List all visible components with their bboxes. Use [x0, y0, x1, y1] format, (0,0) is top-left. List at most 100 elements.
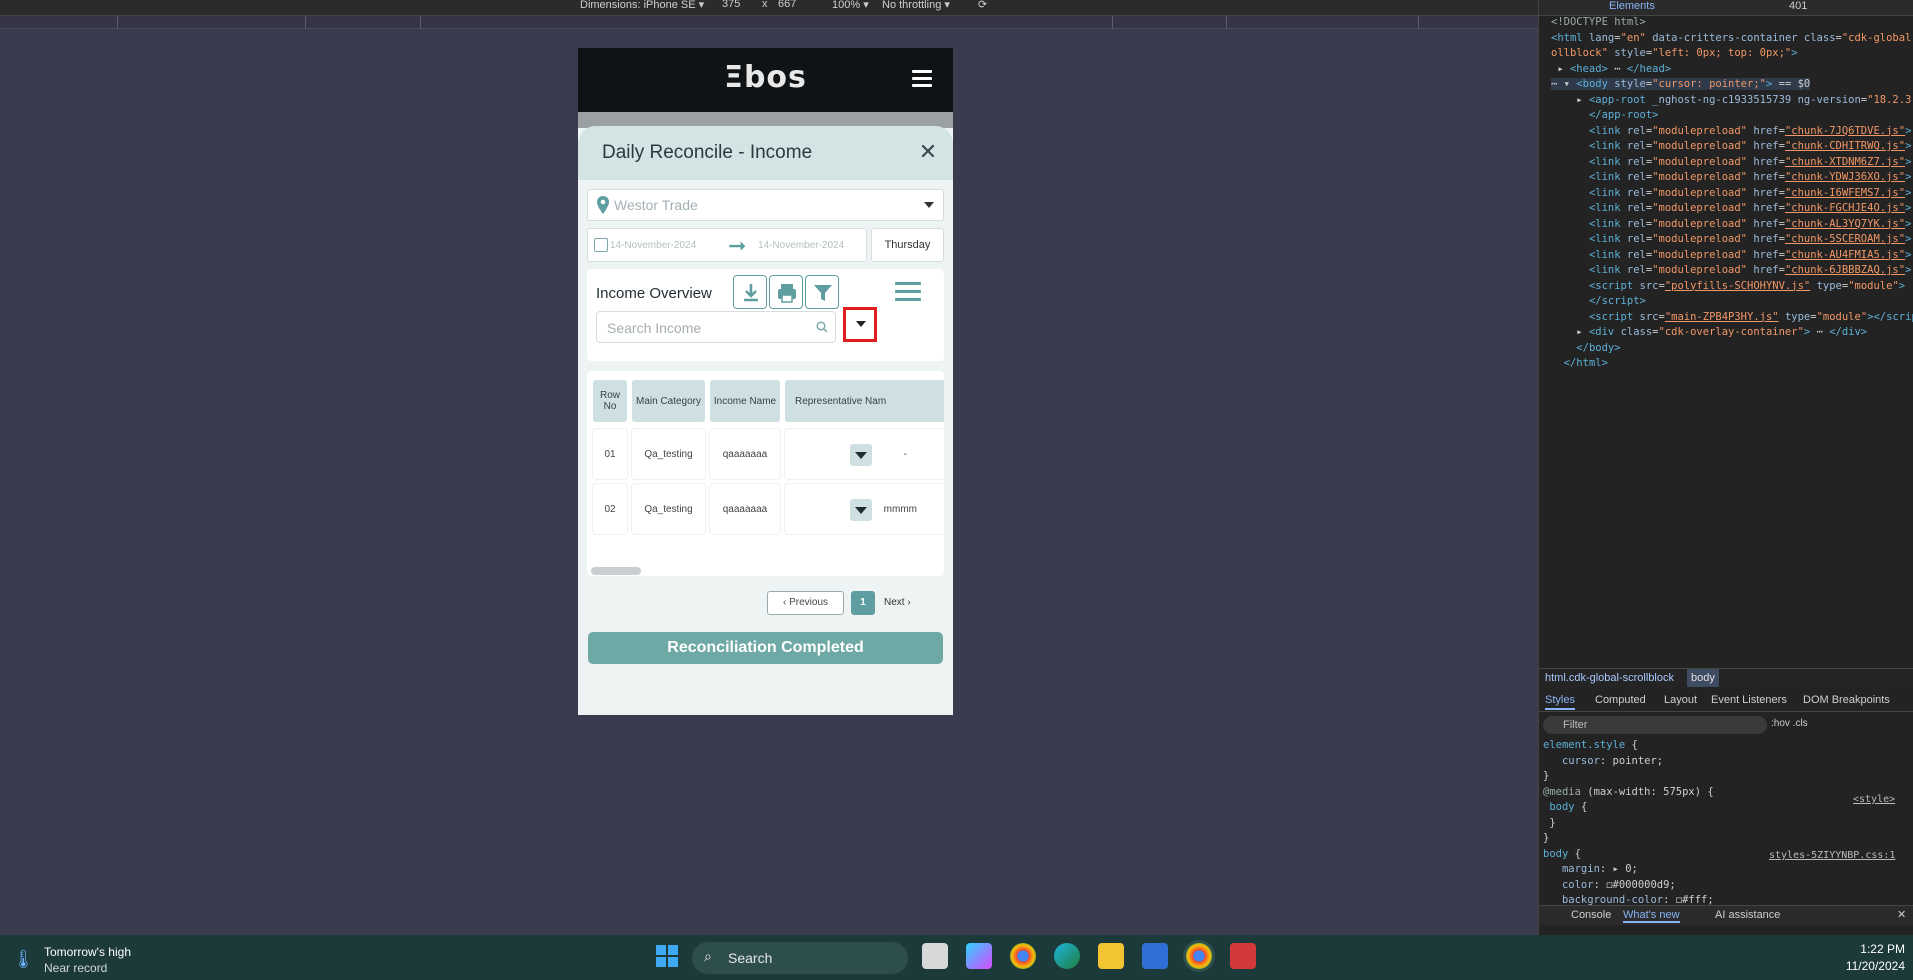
error-count-badge[interactable]: 401: [1789, 0, 1807, 12]
row-2-expand-button[interactable]: [850, 499, 872, 521]
stylesheet-link[interactable]: styles-5ZIYYNBP.css:1: [1769, 850, 1895, 861]
styles-rules: element.style { cursor: pointer; } @medi…: [1543, 739, 1714, 906]
system-clock[interactable]: 1:22 PM 11/20/2024: [1815, 941, 1905, 975]
dimensions-select[interactable]: Dimensions: iPhone SE ▾: [580, 0, 704, 11]
caret-down-icon: [856, 321, 866, 327]
page-1-button[interactable]: 1: [851, 591, 875, 615]
search-icon: ⌕: [704, 948, 712, 964]
tab-computed[interactable]: Computed: [1595, 694, 1646, 706]
date-from: 14-November-2024: [610, 240, 697, 251]
download-icon: [744, 284, 758, 302]
app-logo[interactable]: Ξbos: [724, 60, 807, 95]
horizontal-scrollbar[interactable]: [591, 567, 641, 575]
row-2-income: qaaaaaaa: [710, 484, 780, 534]
hamburger-menu-icon[interactable]: [912, 70, 932, 88]
phone-viewport: Ξbos Daily Reconcile - Income ✕ Westor T…: [578, 48, 953, 715]
modal-header: Daily Reconcile - Income ✕: [578, 126, 953, 180]
chrome-profile-icon[interactable]: [1186, 943, 1212, 969]
chevron-right-icon: ›: [904, 597, 911, 608]
modal-title: Daily Reconcile - Income: [602, 142, 813, 163]
drawer-tabs: Console What's new AI assistance ✕: [1539, 905, 1913, 925]
row-1-expand-button[interactable]: [850, 444, 872, 466]
chrome-icon[interactable]: [1010, 943, 1036, 969]
row-2-category: Qa_testing: [632, 484, 705, 534]
weather-title: Tomorrow's high: [44, 945, 131, 959]
next-page-button[interactable]: Next ›: [884, 591, 934, 615]
income-overview-card: Income Overview Search Income: [587, 269, 944, 361]
styles-tabs: Styles Computed Layout Event Listeners D…: [1539, 690, 1913, 712]
tab-styles[interactable]: Styles: [1545, 694, 1575, 710]
tab-dom-breakpoints[interactable]: DOM Breakpoints: [1803, 694, 1890, 706]
location-select[interactable]: Westor Trade: [587, 189, 944, 221]
close-icon[interactable]: ✕: [918, 141, 938, 163]
income-table: Row No Main Category Income Name Represe…: [587, 371, 944, 576]
clock-time: 1:22 PM: [1860, 942, 1905, 956]
app-header: Ξbos: [578, 48, 953, 112]
device-toolbar: Dimensions: iPhone SE ▾ 375 x 667 100% ▾…: [0, 0, 1538, 16]
calendar-icon: [594, 238, 608, 252]
reconciliation-completed-button[interactable]: Reconciliation Completed: [588, 632, 943, 664]
header-row-no: Row No: [593, 380, 627, 422]
chevron-down-icon: [924, 202, 934, 208]
width-field[interactable]: 375: [722, 0, 740, 10]
day-label: Thursday: [871, 228, 944, 262]
overview-title: Income Overview: [596, 285, 712, 302]
tab-layout[interactable]: Layout: [1664, 694, 1697, 706]
thermometer-icon: 🌡: [12, 949, 35, 969]
row-1-no: 01: [593, 429, 627, 479]
start-icon[interactable]: [654, 943, 680, 969]
location-placeholder: Westor Trade: [614, 197, 698, 213]
breadcrumb-html[interactable]: html.cdk-global-scrollblock: [1545, 672, 1674, 684]
taskbar-search[interactable]: ⌕ Search: [692, 942, 908, 974]
caret-down-icon: [855, 507, 867, 514]
task-view-icon[interactable]: [922, 943, 948, 969]
tab-console[interactable]: Console: [1571, 909, 1611, 921]
devtools-panel: Elements 401 <!DOCTYPE html> <html lang=…: [1538, 0, 1913, 935]
styles-filter-input[interactable]: Filter: [1543, 716, 1767, 734]
search-placeholder: Search Income: [607, 320, 702, 336]
media-query-ruler: [0, 16, 1538, 29]
filter-button[interactable]: [805, 275, 839, 309]
tab-whats-new[interactable]: What's new: [1623, 909, 1680, 923]
style-source-link[interactable]: <style>: [1853, 794, 1895, 805]
print-icon: [778, 284, 796, 303]
reconcile-modal: Daily Reconcile - Income ✕ Westor Trade …: [578, 126, 953, 715]
print-button[interactable]: [769, 275, 803, 309]
x-separator: x: [762, 0, 768, 10]
row-1-income: qaaaaaaa: [710, 429, 780, 479]
rotate-icon[interactable]: ⟳: [978, 0, 987, 11]
row-2-no: 02: [593, 484, 627, 534]
height-field[interactable]: 667: [778, 0, 796, 10]
search-input[interactable]: Search Income: [596, 311, 836, 343]
copilot-icon[interactable]: [966, 943, 992, 969]
caret-down-icon: [855, 452, 867, 459]
tab-elements[interactable]: Elements: [1609, 0, 1655, 12]
zoom-select[interactable]: 100% ▾: [832, 0, 869, 11]
tab-event-listeners[interactable]: Event Listeners: [1711, 694, 1787, 706]
edge-icon[interactable]: [1054, 943, 1080, 969]
header-representative-name: Representative Nam: [785, 380, 944, 422]
next-label: Next: [884, 597, 905, 608]
close-icon[interactable]: ✕: [1897, 908, 1906, 921]
download-button[interactable]: [733, 275, 767, 309]
filter-icon: [814, 285, 832, 301]
arrow-right-icon: ➞: [728, 233, 747, 258]
header-income-name: Income Name: [710, 380, 780, 422]
list-menu-icon[interactable]: [895, 277, 921, 307]
search-label: Search: [728, 950, 773, 966]
clock-date: 11/20/2024: [1845, 959, 1905, 973]
hov-cls-toggles[interactable]: :hov .cls: [1771, 718, 1808, 729]
file-explorer-icon[interactable]: [1098, 943, 1124, 969]
throttle-select[interactable]: No throttling ▾: [882, 0, 950, 11]
app-icon[interactable]: [1142, 943, 1168, 969]
date-range-picker[interactable]: 14-November-2024 ➞ 14-November-2024: [587, 228, 867, 262]
breadcrumb-body[interactable]: body: [1687, 669, 1719, 687]
dom-tree[interactable]: <!DOCTYPE html> <html lang="en" data-cri…: [1551, 15, 1913, 372]
dom-breadcrumb: html.cdk-global-scrollblock body: [1539, 668, 1913, 688]
previous-page-button[interactable]: ‹ Previous: [767, 591, 844, 615]
tab-ai-assistance[interactable]: AI assistance: [1715, 909, 1780, 921]
date-to: 14-November-2024: [758, 240, 845, 251]
snipping-tool-icon[interactable]: [1230, 943, 1256, 969]
column-dropdown-button[interactable]: [843, 307, 877, 342]
taskbar: 🌡 Tomorrow's high Near record ⌕ Search 1…: [0, 935, 1913, 980]
